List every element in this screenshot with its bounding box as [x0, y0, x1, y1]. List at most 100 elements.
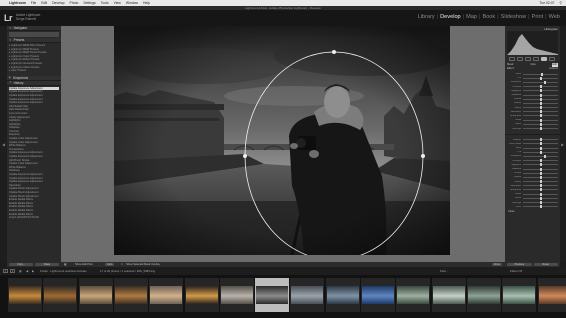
module-map[interactable]: Map: [464, 14, 479, 20]
slider-thumb[interactable]: [539, 138, 542, 142]
filter-select[interactable]: Filters Off: [510, 269, 522, 273]
mask-new-button[interactable]: New: [530, 63, 535, 67]
slider-track[interactable]: [523, 205, 558, 209]
slider-thumb[interactable]: [539, 184, 542, 188]
close-button[interactable]: Close: [508, 210, 515, 213]
menu-edit[interactable]: Edit: [41, 1, 47, 5]
slider-thumb[interactable]: [539, 171, 542, 175]
slider-thumb[interactable]: [539, 142, 542, 146]
slider-track[interactable]: [523, 89, 558, 93]
page-1-button[interactable]: 1: [3, 269, 8, 273]
graduated-filter-icon[interactable]: [533, 57, 539, 61]
main-photo[interactable]: [114, 26, 450, 255]
previous-button[interactable]: Previous: [507, 263, 532, 266]
slider-thumb[interactable]: [539, 159, 542, 163]
slider-track[interactable]: [523, 142, 558, 146]
menu-help[interactable]: Help: [143, 1, 150, 5]
filmstrip-thumbnail[interactable]: [502, 278, 537, 312]
module-develop[interactable]: Develop: [438, 14, 463, 20]
slider-thumb[interactable]: [539, 180, 542, 184]
filmstrip-thumbnail[interactable]: [184, 278, 219, 312]
slider-thumb[interactable]: [541, 72, 544, 76]
slider-track[interactable]: [523, 154, 558, 158]
slider-track[interactable]: [523, 93, 558, 97]
slider-thumb[interactable]: [539, 146, 542, 150]
slider-track[interactable]: [523, 167, 558, 171]
slider-thumb[interactable]: [539, 205, 542, 209]
module-print[interactable]: Print: [530, 14, 546, 20]
slider-track[interactable]: [523, 180, 558, 184]
filmstrip-thumbnail[interactable]: [325, 278, 360, 312]
right-panel-edge[interactable]: ▶: [560, 26, 566, 262]
reset-button[interactable]: Reset: [533, 263, 558, 266]
slider-thumb[interactable]: [539, 114, 542, 118]
slider-track[interactable]: [523, 163, 558, 167]
slider-track[interactable]: [523, 175, 558, 179]
slider-thumb[interactable]: [544, 154, 547, 158]
page-2-button[interactable]: 2: [10, 269, 15, 273]
effect-select[interactable]: Custom: [549, 67, 558, 71]
filmstrip-thumbnail[interactable]: [78, 278, 113, 312]
slider-thumb[interactable]: [539, 122, 542, 126]
done-button[interactable]: Done: [491, 263, 502, 266]
slider-thumb[interactable]: [539, 106, 542, 110]
menu-tools[interactable]: Tools: [101, 1, 109, 5]
filmstrip-thumbnail[interactable]: [396, 278, 431, 312]
slider-thumb[interactable]: [539, 167, 542, 171]
slider-track[interactable]: [523, 159, 558, 163]
filmstrip-thumbnail[interactable]: [8, 278, 42, 312]
filmstrip-thumbnail[interactable]: [537, 278, 566, 312]
slider-thumb[interactable]: [539, 192, 542, 196]
red-eye-icon[interactable]: [525, 57, 531, 61]
paste-button[interactable]: Paste: [35, 263, 59, 266]
menu-view[interactable]: View: [114, 1, 121, 5]
slider-thumb[interactable]: [543, 80, 546, 84]
collapse-right-arrow-icon[interactable]: ▶: [561, 142, 564, 147]
filmstrip-thumbnail[interactable]: [219, 278, 254, 312]
history-step[interactable]: Import (2014/07/19 09:33): [9, 216, 59, 220]
menu-app-name[interactable]: Lightroom: [9, 1, 26, 5]
slider-track[interactable]: [523, 146, 558, 150]
slider-track[interactable]: [523, 110, 558, 114]
radial-filter-icon[interactable]: [541, 57, 547, 61]
filmstrip-thumbnail[interactable]: [149, 278, 184, 312]
spot-removal-icon[interactable]: [517, 57, 523, 61]
slider-track[interactable]: [523, 171, 558, 175]
module-book[interactable]: Book: [480, 14, 497, 20]
slider-track[interactable]: [523, 114, 558, 118]
slider-track[interactable]: [523, 85, 558, 89]
slider-thumb[interactable]: [539, 93, 542, 97]
filmstrip-breadcrumb[interactable]: Folder : Lightroom4 workflow tutorials: [40, 269, 86, 273]
histogram[interactable]: [507, 31, 558, 55]
slider-track[interactable]: [523, 101, 558, 105]
navigator-preview[interactable]: [9, 32, 59, 37]
slider-thumb[interactable]: [539, 110, 542, 114]
module-slideshow[interactable]: Slideshow: [499, 14, 529, 20]
slider-track[interactable]: [523, 192, 558, 196]
slider-thumb[interactable]: [539, 76, 542, 80]
slider-thumb[interactable]: [539, 89, 542, 93]
slider-track[interactable]: [523, 80, 558, 84]
slider-track[interactable]: [523, 127, 558, 131]
slider-track[interactable]: [523, 72, 558, 76]
slider-track[interactable]: [523, 188, 558, 192]
slider-thumb[interactable]: [539, 188, 542, 192]
preset-folder[interactable]: ▸ User Presets: [9, 69, 59, 73]
grid-view-icon[interactable]: ▦: [19, 269, 22, 273]
module-web[interactable]: Web: [547, 14, 562, 20]
slider-thumb[interactable]: [539, 85, 542, 89]
slider-thumb[interactable]: [539, 101, 542, 105]
filmstrip-thumbnail[interactable]: [113, 278, 148, 312]
forward-arrow-icon[interactable]: ▶: [32, 269, 34, 273]
module-library[interactable]: Library: [416, 14, 437, 20]
slider-thumb[interactable]: [539, 163, 542, 167]
navigator-header[interactable]: ▼ Navigator: [7, 26, 61, 31]
slider-track[interactable]: [523, 196, 558, 200]
slider-track[interactable]: [523, 97, 558, 101]
menu-photo[interactable]: Photo: [70, 1, 79, 5]
back-arrow-icon[interactable]: ◀: [26, 269, 28, 273]
slider-thumb[interactable]: [539, 175, 542, 179]
filmstrip-thumbnail[interactable]: [431, 278, 466, 312]
left-panel-edge[interactable]: ◀: [0, 26, 7, 262]
slider-thumb[interactable]: [539, 127, 542, 131]
